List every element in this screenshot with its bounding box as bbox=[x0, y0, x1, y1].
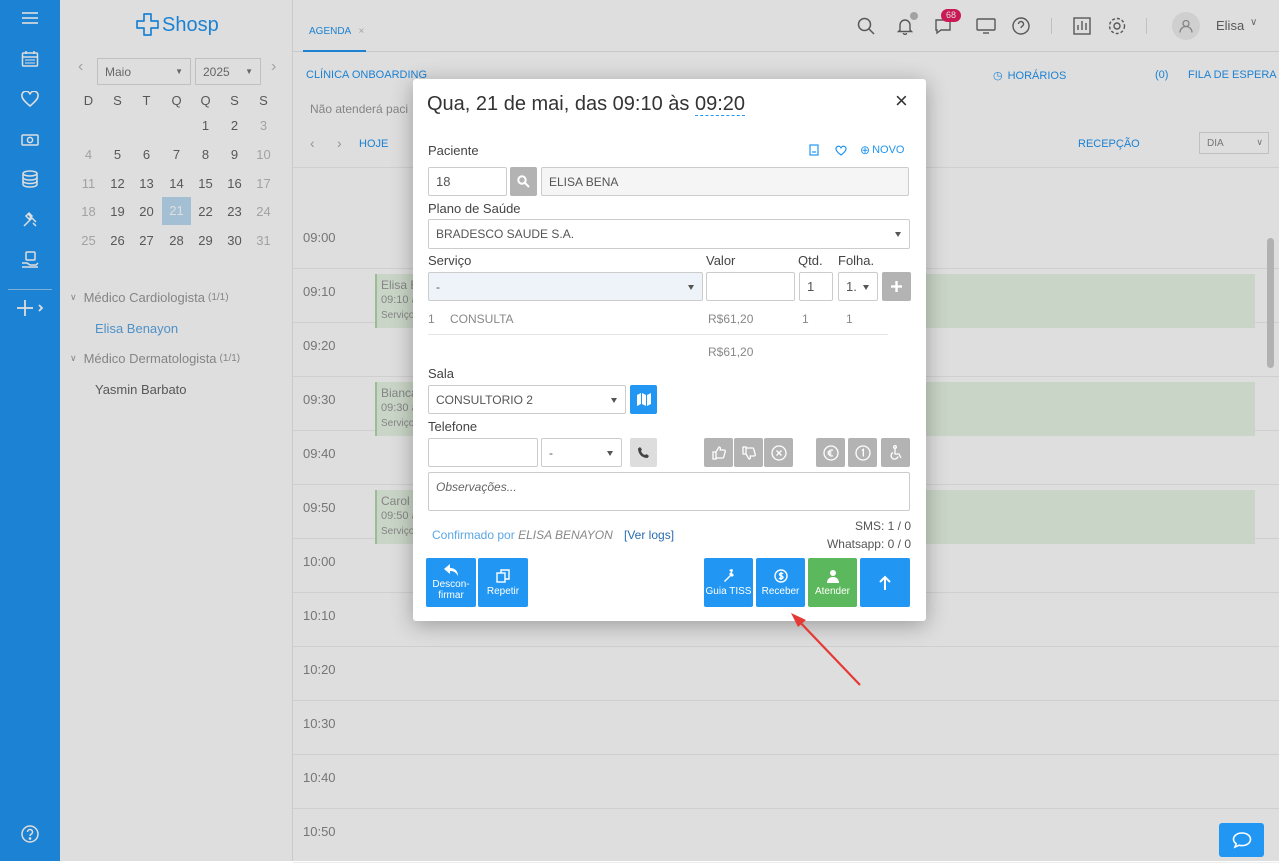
wheelchair-icon bbox=[890, 445, 902, 460]
doctor-icon bbox=[826, 569, 839, 583]
view-logs-link[interactable]: [Ver logs] bbox=[624, 528, 674, 542]
thumbs-up-button[interactable] bbox=[704, 438, 733, 467]
service-row-qty: 1 bbox=[802, 312, 809, 326]
value-label: Valor bbox=[706, 253, 736, 268]
chevron-down-icon bbox=[611, 397, 617, 403]
chevron-down-icon bbox=[688, 284, 694, 290]
unconfirm-label-2: firmar bbox=[438, 590, 464, 601]
whatsapp-count: Whatsapp: 0 / 0 bbox=[826, 537, 911, 551]
plus-icon bbox=[891, 281, 902, 292]
repeat-label: Repetir bbox=[486, 585, 520, 597]
observations-textarea[interactable]: Observações... bbox=[428, 472, 910, 511]
phone-type-value: - bbox=[549, 445, 553, 460]
patient-search-button[interactable] bbox=[510, 167, 537, 196]
heart-icon[interactable] bbox=[835, 143, 847, 161]
confirmed-prefix: Confirmado por bbox=[432, 528, 515, 542]
guia-tiss-button[interactable]: Guia TISS bbox=[704, 558, 753, 607]
annotation-arrow bbox=[791, 613, 861, 686]
room-label: Sala bbox=[428, 366, 455, 381]
modal-title-text: Qua, 21 de mai, das 09:10 às bbox=[427, 93, 695, 115]
value-input[interactable] bbox=[706, 272, 795, 301]
chevron-down-icon bbox=[895, 232, 901, 237]
sheet-select[interactable]: 1. bbox=[838, 272, 878, 301]
plus-circle-icon: ⊕ bbox=[860, 143, 871, 157]
health-plan-select[interactable]: BRADESCO SAUDE S.A. bbox=[428, 219, 910, 249]
new-patient-link[interactable]: ⊕ NOVO bbox=[860, 143, 904, 157]
receive-label: Receber bbox=[761, 585, 800, 597]
plan-label: Plano de Saúde bbox=[428, 201, 521, 216]
thumbs-up-icon bbox=[711, 445, 726, 460]
patient-label: Paciente bbox=[428, 143, 479, 158]
service-select-value: - bbox=[436, 279, 440, 294]
unconfirm-label-1: Descon- bbox=[432, 579, 470, 590]
phone-icon bbox=[638, 447, 649, 458]
room-map-button[interactable] bbox=[630, 385, 657, 414]
call-button[interactable] bbox=[630, 438, 657, 467]
chat-button[interactable] bbox=[1219, 823, 1264, 857]
room-select-value: CONSULTORIO 2 bbox=[436, 392, 533, 407]
patient-name-input[interactable]: ELISA BENA bbox=[541, 167, 909, 196]
sheet-select-value: 1. bbox=[846, 279, 857, 294]
x-circle-icon bbox=[770, 444, 787, 461]
qty-label: Qtd. bbox=[798, 253, 823, 268]
attend-label: Atender bbox=[814, 585, 851, 597]
map-icon bbox=[636, 393, 651, 406]
end-time-editable[interactable]: 09:20 bbox=[694, 93, 746, 116]
repeat-button[interactable]: Repetir bbox=[478, 558, 528, 607]
chat-bubble-icon bbox=[1232, 832, 1251, 849]
copy-icon bbox=[496, 568, 510, 583]
phone-input[interactable] bbox=[428, 438, 538, 467]
service-select[interactable]: - bbox=[428, 272, 703, 301]
search-icon bbox=[517, 175, 530, 188]
unconfirm-button[interactable]: Descon-firmar bbox=[426, 558, 476, 607]
number-one-icon bbox=[854, 444, 871, 461]
first-visit-button[interactable] bbox=[848, 438, 877, 467]
euro-button[interactable] bbox=[816, 438, 845, 467]
sheet-label: Folha. bbox=[838, 253, 875, 268]
thumbs-down-icon bbox=[741, 445, 756, 460]
confirmed-by-name: ELISA BENAYON bbox=[518, 528, 613, 542]
service-total: R$61,20 bbox=[708, 345, 754, 359]
observations-placeholder: Observações... bbox=[436, 480, 517, 494]
guia-tiss-label: Guia TISS bbox=[705, 585, 752, 597]
sms-count: SMS: 1 / 0 bbox=[854, 519, 911, 533]
service-label: Serviço bbox=[428, 253, 472, 268]
chevron-down-icon bbox=[607, 450, 613, 456]
dollar-circle-icon bbox=[773, 568, 788, 583]
accessibility-button[interactable] bbox=[881, 438, 910, 467]
euro-icon bbox=[822, 444, 839, 461]
health-plan-value: BRADESCO SAUDE S.A. bbox=[436, 227, 575, 241]
service-row-name: CONSULTA bbox=[450, 312, 514, 326]
service-row-sheet: 1 bbox=[846, 312, 853, 326]
appointment-modal: Qua, 21 de mai, das 09:10 às 09:20 × Pac… bbox=[413, 79, 926, 621]
document-icon[interactable] bbox=[809, 143, 819, 161]
row-divider bbox=[428, 334, 888, 335]
qty-input[interactable]: 1 bbox=[799, 272, 833, 301]
modal-title: Qua, 21 de mai, das 09:10 às 09:20 bbox=[427, 93, 746, 116]
service-row-number: 1 bbox=[428, 312, 435, 326]
patient-id-input[interactable]: 18 bbox=[428, 167, 507, 196]
new-patient-label: NOVO bbox=[872, 144, 905, 156]
chevron-down-icon bbox=[863, 284, 869, 290]
cancel-appointment-button[interactable] bbox=[764, 438, 793, 467]
service-row-value: R$61,20 bbox=[708, 312, 754, 326]
room-select[interactable]: CONSULTORIO 2 bbox=[428, 385, 626, 414]
phone-label: Telefone bbox=[428, 419, 478, 434]
add-service-button[interactable] bbox=[882, 272, 911, 301]
phone-type-select[interactable]: - bbox=[541, 438, 622, 467]
reply-icon bbox=[444, 564, 458, 576]
tools-icon bbox=[723, 568, 734, 582]
arrow-up-icon bbox=[879, 575, 891, 590]
thumbs-down-button[interactable] bbox=[734, 438, 763, 467]
confirmed-info: Confirmado por ELISA BENAYON bbox=[432, 528, 613, 542]
close-icon[interactable]: × bbox=[895, 90, 908, 112]
